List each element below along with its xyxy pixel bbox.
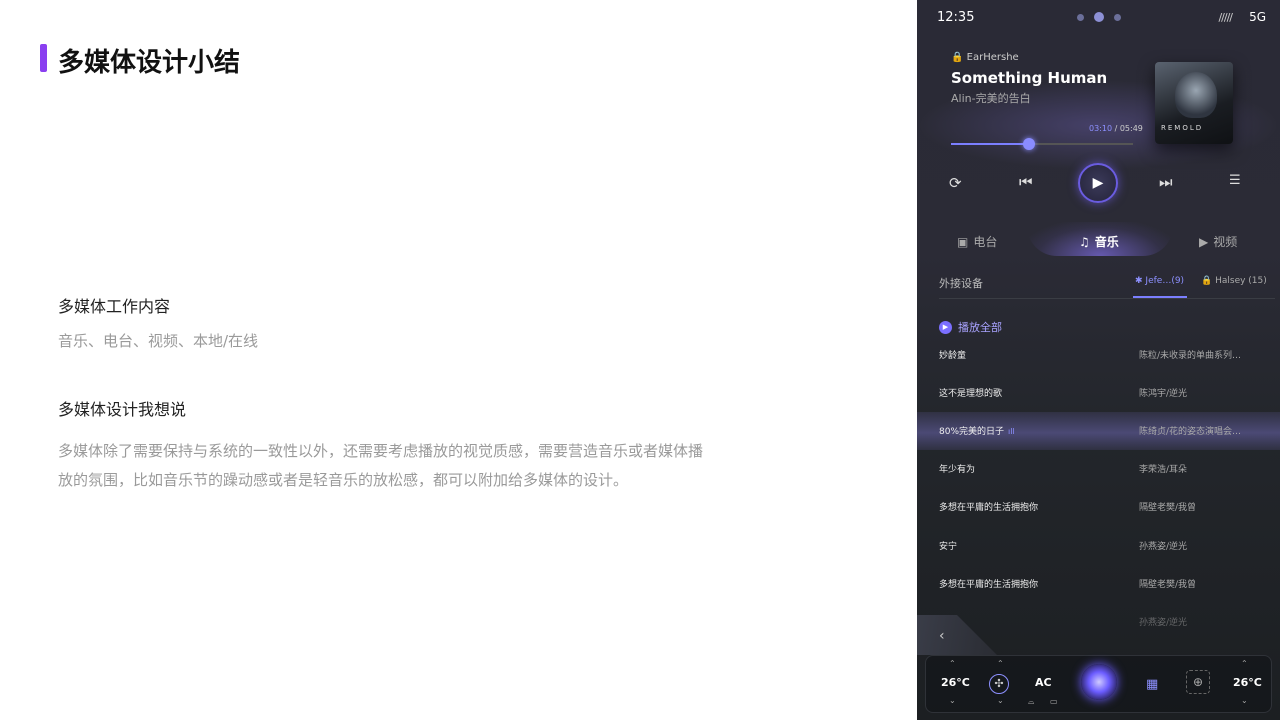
song-name: 多想在平庸的生活拥抱你 — [939, 580, 1039, 590]
song-artist-album: 陈鸿宇/逆光 — [1139, 389, 1188, 399]
list-item[interactable]: 妙龄童 陈粒/未收录的单曲系列… — [917, 336, 1280, 374]
fan-up-icon[interactable]: ⌃ — [997, 659, 1004, 668]
page-dot-3[interactable] — [1114, 14, 1121, 21]
title-accent-bar — [40, 44, 47, 72]
tab-video[interactable]: ▶ 视频 — [1199, 233, 1237, 250]
chevron-left-icon[interactable]: ‹ — [939, 628, 945, 644]
list-item[interactable]: 多想在平庸的生活拥抱你 隔壁老樊/我曾 — [917, 488, 1280, 526]
media-player-screen: 12:35 ///// 5G 🔒 EarHershe Something Hum… — [917, 0, 1280, 720]
tab-music-label: 音乐 — [1094, 235, 1119, 249]
album-meta: 🔒 EarHershe — [951, 52, 1019, 63]
song-name: 妙龄童 — [939, 351, 967, 361]
status-time: 12:35 — [937, 10, 975, 25]
device-2[interactable]: 🔒 Halsey (15) — [1201, 276, 1267, 286]
music-note-icon: ♫ — [1079, 234, 1090, 249]
progress-fill — [951, 143, 1030, 145]
song-artist-album: 李荣浩/耳朵 — [1139, 465, 1188, 475]
total-time: 05:49 — [1119, 124, 1143, 133]
song-artist-album: 孙燕姿/逆光 — [1139, 618, 1188, 628]
previous-icon[interactable]: ⏮ — [1019, 173, 1033, 191]
tab-music[interactable]: ♫ 音乐 — [1079, 233, 1119, 250]
add-shortcut-icon[interactable]: ⊕ — [1186, 670, 1210, 694]
slide: 多媒体设计小结 多媒体工作内容 音乐、电台、视频、本地/在线 多媒体设计我想说 … — [0, 0, 1280, 720]
signal-icon: ///// — [1218, 11, 1232, 24]
list-item[interactable]: 这不是理想的歌 陈鸿宇/逆光 — [917, 374, 1280, 412]
play-all-label: 播放全部 — [958, 321, 1002, 334]
bluetooth-icon: ✱ — [1135, 276, 1143, 286]
defrost-icon[interactable]: ▭ — [1050, 697, 1058, 706]
equalizer-icon: ıll — [1008, 427, 1015, 436]
current-time: 03:10 — [1089, 124, 1113, 133]
page-title: 多媒体设计小结 — [58, 48, 241, 78]
playlist-icon[interactable]: ☰ — [1229, 173, 1241, 188]
song-artist-album: 孙燕姿/逆光 — [1139, 542, 1188, 552]
temp-down-right-icon[interactable]: ⌄ — [1241, 696, 1248, 705]
seat-heat-icon[interactable]: ⌓ — [1028, 697, 1034, 707]
lock-icon: 🔒 — [1201, 276, 1213, 286]
time-separator: / — [1112, 124, 1120, 133]
list-item[interactable]: 年少有为 李荣浩/耳朵 — [917, 450, 1280, 488]
network-label: 5G — [1249, 10, 1266, 24]
temp-up-icon[interactable]: ⌃ — [949, 659, 956, 668]
song-name: 80%完美的日子 — [939, 427, 1005, 437]
right-temp: 26°C — [1233, 676, 1262, 689]
time-readout: 03:10 / 05:49 — [1089, 124, 1143, 133]
ac-button[interactable]: AC — [1035, 676, 1052, 689]
section1-heading: 多媒体工作内容 — [58, 297, 171, 316]
play-all-icon: ▶ — [939, 320, 952, 334]
cover-portrait — [1175, 72, 1217, 118]
divider — [939, 298, 1275, 299]
apps-grid-icon[interactable]: ▦ — [1146, 677, 1158, 692]
section1-text: 音乐、电台、视频、本地/在线 — [58, 332, 259, 350]
tab-radio-label: 电台 — [973, 235, 998, 249]
device-2-label: Halsey (15) — [1215, 276, 1267, 286]
device-1[interactable]: ✱ Jefe…(9) — [1135, 276, 1184, 286]
list-item-playing[interactable]: 80%完美的日子 ıll 陈绮贞/花的姿态演唱会… — [917, 412, 1280, 450]
cover-label: REMOLD — [1161, 124, 1204, 132]
song-artist-album: 隔壁老樊/我曾 — [1139, 580, 1197, 590]
devices-label: 外接设备 — [939, 277, 983, 290]
song-name: 多想在平庸的生活拥抱你 — [939, 503, 1039, 513]
device-1-label: Jefe…(9) — [1145, 276, 1185, 286]
song-name: 年少有为 — [939, 465, 976, 475]
repeat-icon[interactable]: ⟳ — [949, 174, 962, 192]
song-title: Something Human — [951, 69, 1108, 87]
song-name-wrap: 80%完美的日子 ıll — [939, 424, 1015, 437]
tab-video-label: 视频 — [1213, 235, 1238, 249]
song-artist-album: 陈绮贞/花的姿态演唱会… — [1139, 427, 1242, 437]
temp-down-icon[interactable]: ⌄ — [949, 696, 956, 705]
page-dot-1[interactable] — [1077, 14, 1084, 21]
next-icon[interactable]: ⏭ — [1159, 173, 1173, 191]
left-temp: 26°C — [941, 676, 970, 689]
album-meta-text: EarHershe — [966, 52, 1019, 63]
section2-line2: 放的氛围，比如音乐节的躁动感或者是轻音乐的放松感，都可以附加给多媒体的设计。 — [58, 471, 629, 489]
fan-down-icon[interactable]: ⌄ — [997, 696, 1004, 705]
lock-icon: 🔒 — [951, 52, 964, 63]
section2-line1: 多媒体除了需要保持与系统的一致性以外，还需要考虑播放的视觉质感，需要营造音乐或者… — [58, 442, 704, 460]
song-artist-album: 隔壁老樊/我曾 — [1139, 503, 1197, 513]
list-item[interactable]: 安宁 孙燕姿/逆光 — [917, 527, 1280, 565]
temp-up-right-icon[interactable]: ⌃ — [1241, 659, 1248, 668]
song-artist-album: 陈粒/未收录的单曲系列… — [1139, 351, 1242, 361]
radio-icon: ▣ — [957, 234, 969, 249]
tab-radio[interactable]: ▣ 电台 — [957, 233, 997, 250]
play-icon: ▶ — [1092, 175, 1104, 191]
play-all-button[interactable]: ▶ 播放全部 — [939, 319, 1002, 335]
album-cover[interactable]: REMOLD — [1155, 62, 1233, 144]
song-name: 这不是理想的歌 — [939, 389, 1003, 399]
voice-assistant-orb[interactable] — [1081, 664, 1117, 700]
song-name: 安宁 — [939, 542, 958, 552]
page-dot-2[interactable] — [1094, 12, 1104, 22]
video-icon: ▶ — [1199, 234, 1209, 249]
song-artist: Alin-完美的告白 — [951, 92, 1031, 105]
list-item[interactable]: 多想在平庸的生活拥抱你 隔壁老樊/我曾 — [917, 565, 1280, 603]
play-button[interactable]: ▶ — [1078, 163, 1118, 203]
fan-icon[interactable]: ✣ — [989, 674, 1009, 694]
section2-heading: 多媒体设计我想说 — [58, 400, 187, 419]
